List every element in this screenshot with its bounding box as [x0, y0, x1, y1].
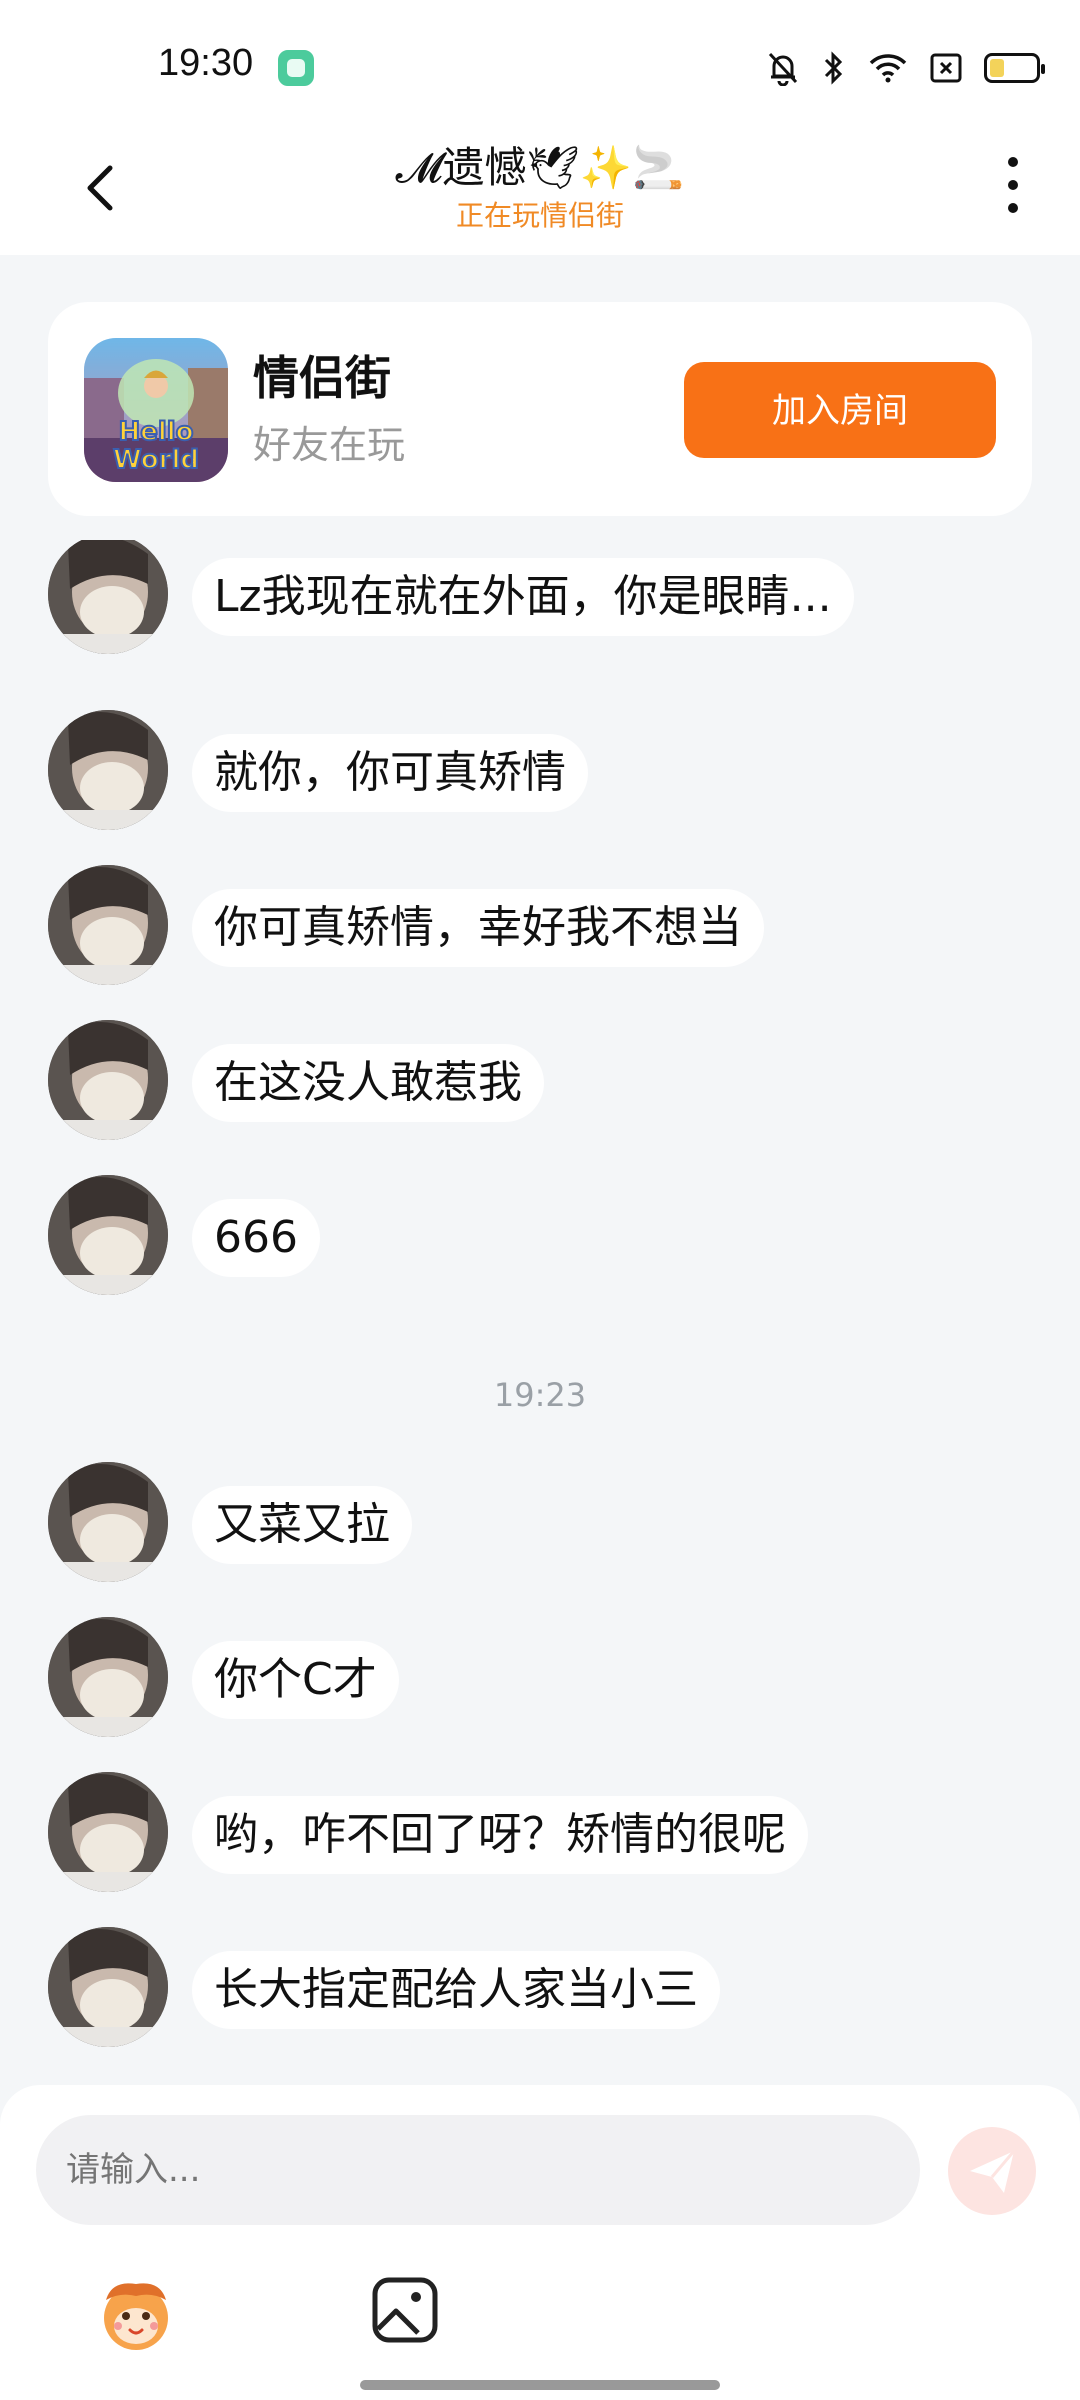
message-input[interactable] — [36, 2115, 920, 2225]
message-bubble[interactable]: 666 — [192, 1199, 320, 1277]
join-room-button[interactable]: 加入房间 — [684, 362, 996, 458]
game-status: 好友在玩 — [253, 423, 406, 467]
mute-bell-icon — [768, 52, 798, 86]
avatar[interactable] — [48, 1772, 168, 1892]
message-list[interactable]: Lz我现在就在外面，你是眼睛... 就你，你可真矫情 你可真矫情，幸好我不想当 — [0, 540, 1080, 2080]
avatar[interactable] — [48, 1617, 168, 1737]
message-row: 在这没人敢惹我 — [0, 1020, 1080, 1140]
message-row: 你个C才 — [0, 1617, 1080, 1737]
message-row: 你可真矫情，幸好我不想当 — [0, 865, 1080, 985]
more-options-icon[interactable] — [998, 150, 1028, 220]
message-bubble[interactable]: 你个C才 — [192, 1641, 399, 1719]
game-name: 情侣街 — [253, 351, 391, 405]
chat-input-bar — [0, 2085, 1080, 2400]
send-icon — [970, 2150, 1016, 2193]
game-invite-card: Hello World 情侣街 好友在玩 加入房间 — [48, 302, 1032, 516]
message-bubble[interactable]: 你可真矫情，幸好我不想当 — [192, 889, 764, 967]
message-timestamp: 19:23 — [493, 1376, 587, 1414]
message-row: 就你，你可真矫情 — [0, 710, 1080, 830]
message-row: 长大指定配给人家当小三 — [0, 1927, 1080, 2047]
message-bubble[interactable]: 又菜又拉 — [192, 1486, 412, 1564]
avatar[interactable] — [48, 540, 168, 654]
game-icon-text-1: Hello — [118, 417, 193, 447]
message-bubble[interactable]: 就你，你可真矫情 — [192, 734, 588, 812]
game-icon-text-2: World — [113, 445, 199, 475]
avatar[interactable] — [48, 1927, 168, 2047]
battery-icon — [984, 53, 1045, 83]
game-icon: Hello World — [84, 338, 228, 482]
status-bar: 19:30 — [0, 0, 1080, 135]
image-picker-icon[interactable] — [370, 2275, 440, 2345]
avatar[interactable] — [48, 1020, 168, 1140]
message-row: Lz我现在就在外面，你是眼睛... — [0, 540, 1080, 654]
emoji-sticker-icon[interactable] — [92, 2270, 180, 2358]
message-bubble[interactable]: 在这没人敢惹我 — [192, 1044, 544, 1122]
chat-header: 𝓜遗憾🕊✨🚬 正在玩情侣街 — [0, 120, 1080, 255]
message-row: 666 — [0, 1175, 1080, 1295]
chat-title: 𝓜遗憾🕊✨🚬 — [395, 143, 685, 192]
avatar[interactable] — [48, 1462, 168, 1582]
message-row: 又菜又拉 — [0, 1462, 1080, 1582]
home-indicator[interactable] — [360, 2380, 720, 2390]
avatar[interactable] — [48, 710, 168, 830]
wifi-icon — [869, 54, 907, 83]
avatar[interactable] — [48, 1175, 168, 1295]
playing-status: 正在玩情侣街 — [455, 199, 624, 232]
app-notification-icon — [278, 50, 314, 86]
sim-x-icon — [930, 53, 962, 83]
message-row: 哟，咋不回了呀？矫情的很呢 — [0, 1772, 1080, 1892]
send-button[interactable] — [948, 2127, 1036, 2215]
message-bubble[interactable]: 哟，咋不回了呀？矫情的很呢 — [192, 1796, 808, 1874]
message-bubble[interactable]: 长大指定配给人家当小三 — [192, 1951, 720, 2029]
status-time: 19:30 — [158, 42, 254, 84]
status-icons — [766, 46, 1045, 90]
avatar[interactable] — [48, 865, 168, 985]
message-bubble[interactable]: Lz我现在就在外面，你是眼睛... — [192, 558, 854, 636]
bluetooth-icon — [824, 51, 843, 85]
